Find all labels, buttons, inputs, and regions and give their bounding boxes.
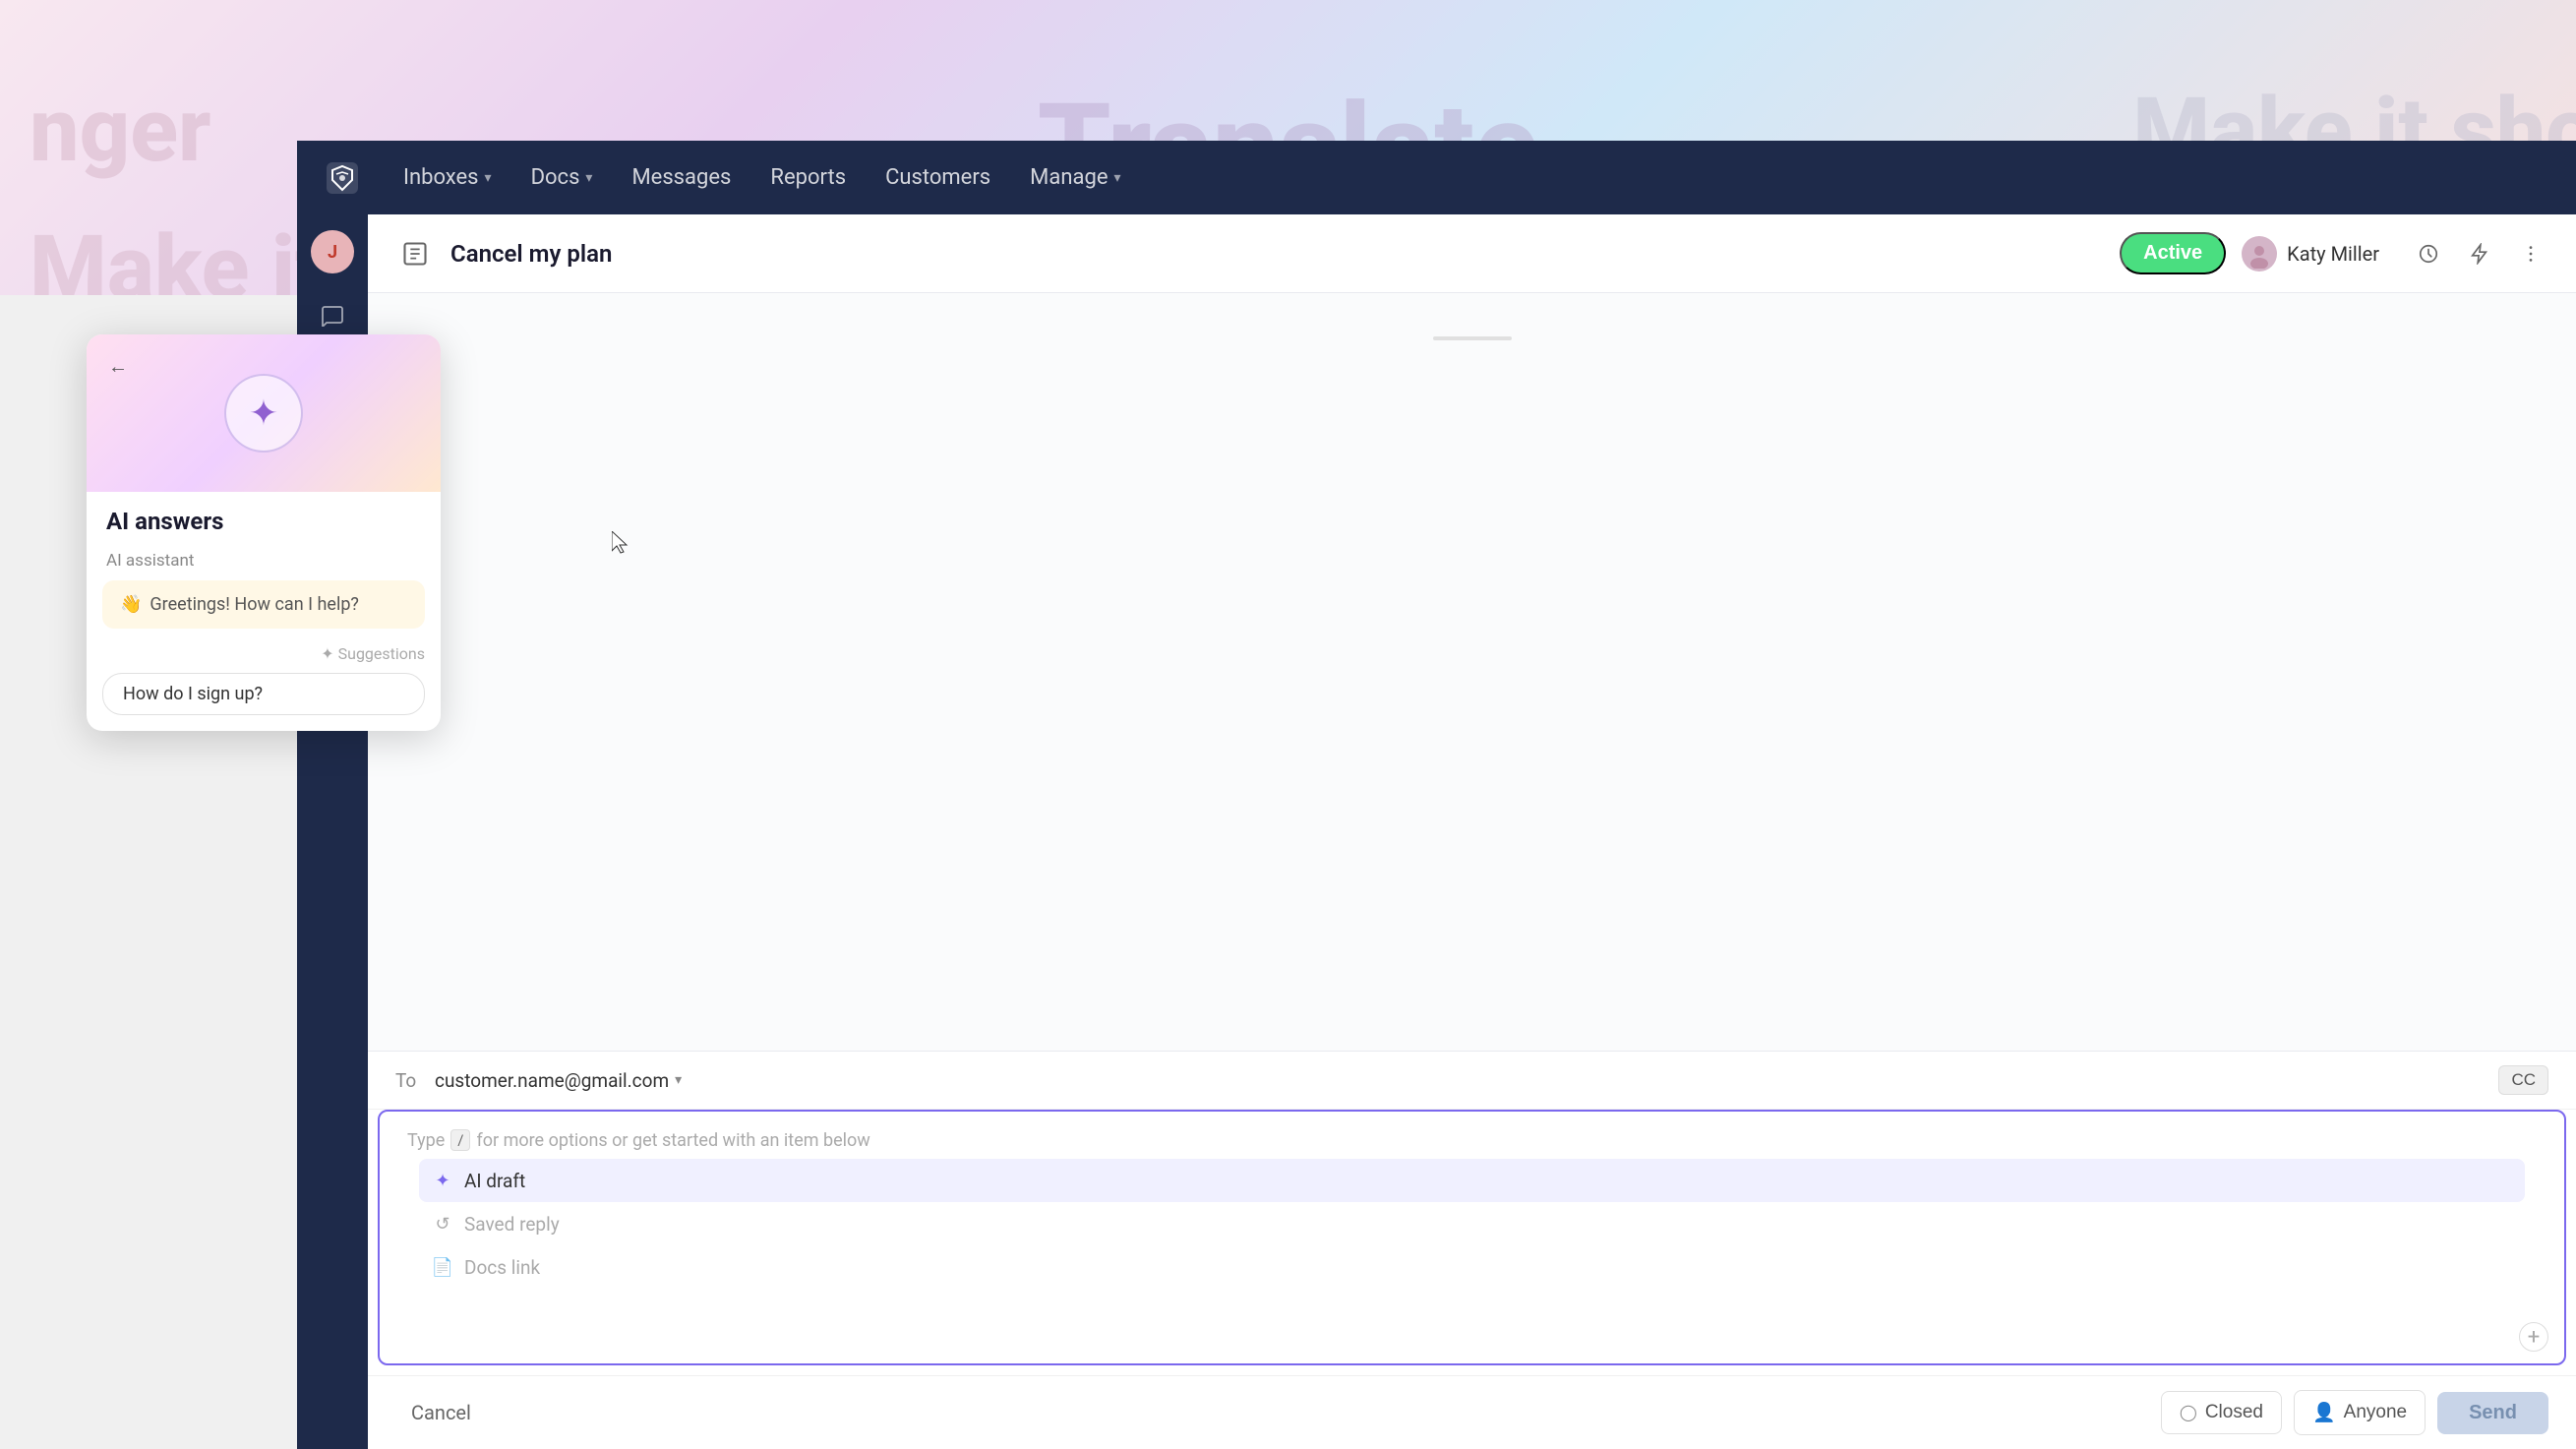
docs-link-label: Docs link (464, 1256, 540, 1279)
conversation-header: Cancel my plan Active Katy Miller (368, 214, 2576, 293)
greeting-text: Greetings! How can I help? (150, 594, 359, 615)
assignee-button[interactable]: 👤 Anyone (2294, 1390, 2426, 1435)
ai-sparkle-circle: ✦ (224, 374, 303, 453)
quick-action-saved-reply[interactable]: ↺ Saved reply (419, 1202, 2525, 1245)
saved-reply-label: Saved reply (464, 1213, 560, 1236)
closed-status-icon: ◯ (2180, 1403, 2197, 1422)
bg-text-left: nger (30, 79, 211, 182)
ai-suggestions-row: ✦ Suggestions (87, 644, 441, 673)
compose-area: To customer.name@gmail.com ▾ CC Type / f… (368, 1051, 2576, 1449)
person-icon: 👤 (2312, 1401, 2336, 1424)
agent-avatar (2242, 236, 2277, 272)
sparkle-icon: ✦ (431, 1169, 454, 1192)
send-button[interactable]: Send (2437, 1392, 2548, 1434)
status-active-badge[interactable]: Active (2120, 232, 2226, 274)
nav-item-manage[interactable]: Manage ▾ (1014, 157, 1136, 198)
ai-panel-title-area: AI answers (87, 492, 441, 551)
more-options-icon[interactable] (2513, 236, 2548, 272)
doc-icon: 📄 (431, 1255, 454, 1279)
nav-item-docs[interactable]: Docs ▾ (515, 157, 609, 198)
manage-chevron-icon: ▾ (1113, 170, 1120, 186)
ai-sparkle-icon: ✦ (249, 392, 278, 434)
to-address[interactable]: customer.name@gmail.com ▾ (435, 1069, 682, 1092)
to-chevron-icon: ▾ (675, 1072, 682, 1088)
greeting-emoji: 👋 (120, 594, 142, 615)
quick-action-docs-link[interactable]: 📄 Docs link (419, 1245, 2525, 1289)
cc-button[interactable]: CC (2498, 1065, 2548, 1095)
quick-actions-menu: ✦ AI draft ↺ Saved reply 📄 Docs link (407, 1151, 2537, 1304)
conversation-type-icon (395, 234, 435, 273)
ai-draft-label: AI draft (464, 1170, 525, 1192)
app-container: Inboxes ▾ Docs ▾ Messages Reports Custom… (297, 141, 2576, 1449)
navbar: Inboxes ▾ Docs ▾ Messages Reports Custom… (297, 141, 2576, 214)
docs-chevron-icon: ▾ (585, 170, 592, 186)
ai-panel-gradient: ← ✦ (87, 334, 441, 492)
agent-name: Katy Miller (2287, 242, 2379, 266)
nav-item-inboxes[interactable]: Inboxes ▾ (388, 157, 508, 198)
ai-panel-title: AI answers (106, 508, 421, 535)
compose-footer: Cancel ◯ Closed 👤 Anyone Send (368, 1375, 2576, 1449)
editor-add-button[interactable]: + (2519, 1322, 2548, 1352)
conversation-divider (395, 336, 2548, 340)
quick-action-ai-draft[interactable]: ✦ AI draft (419, 1159, 2525, 1202)
status-closed-button[interactable]: ◯ Closed (2161, 1391, 2282, 1434)
ai-suggestion-chip[interactable]: How do I sign up? (102, 673, 425, 715)
assigned-agent: Katy Miller (2242, 236, 2379, 272)
app-logo[interactable] (321, 156, 364, 200)
conversation-body (368, 293, 2576, 1051)
ai-assistant-label: AI assistant (87, 551, 441, 571)
nav-item-customers[interactable]: Customers (869, 157, 1006, 198)
lightning-icon[interactable] (2462, 236, 2497, 272)
ai-panel: ← ✦ AI answers AI assistant 👋 Greetings!… (87, 334, 441, 731)
ai-greeting-bubble: 👋 Greetings! How can I help? (102, 580, 425, 629)
nav-item-messages[interactable]: Messages (616, 157, 747, 198)
refresh-icon: ↺ (431, 1212, 454, 1236)
cancel-button[interactable]: Cancel (395, 1393, 487, 1432)
sparkle-small-icon: ✦ (321, 644, 333, 663)
editor-placeholder: Type / for more options or get started w… (407, 1129, 2537, 1151)
header-actions (2411, 236, 2548, 272)
to-label: To (395, 1069, 425, 1092)
inboxes-chevron-icon: ▾ (485, 170, 492, 186)
suggestions-label: ✦ Suggestions (321, 644, 425, 663)
text-editor[interactable]: Type / for more options or get started w… (378, 1110, 2566, 1365)
content-area: J (297, 214, 2576, 1449)
conversation-title: Cancel my plan (450, 240, 2104, 268)
ai-panel-back-button[interactable]: ← (102, 350, 134, 382)
timer-icon[interactable] (2411, 236, 2446, 272)
slash-badge: / (450, 1129, 470, 1151)
user-avatar[interactable]: J (311, 230, 354, 273)
nav-item-reports[interactable]: Reports (754, 157, 862, 198)
main-panel: Cancel my plan Active Katy Miller (368, 214, 2576, 1449)
email-to-row: To customer.name@gmail.com ▾ CC (368, 1052, 2576, 1110)
sidebar-chat-icon[interactable] (311, 293, 354, 336)
footer-right-actions: ◯ Closed 👤 Anyone Send (2161, 1390, 2548, 1435)
